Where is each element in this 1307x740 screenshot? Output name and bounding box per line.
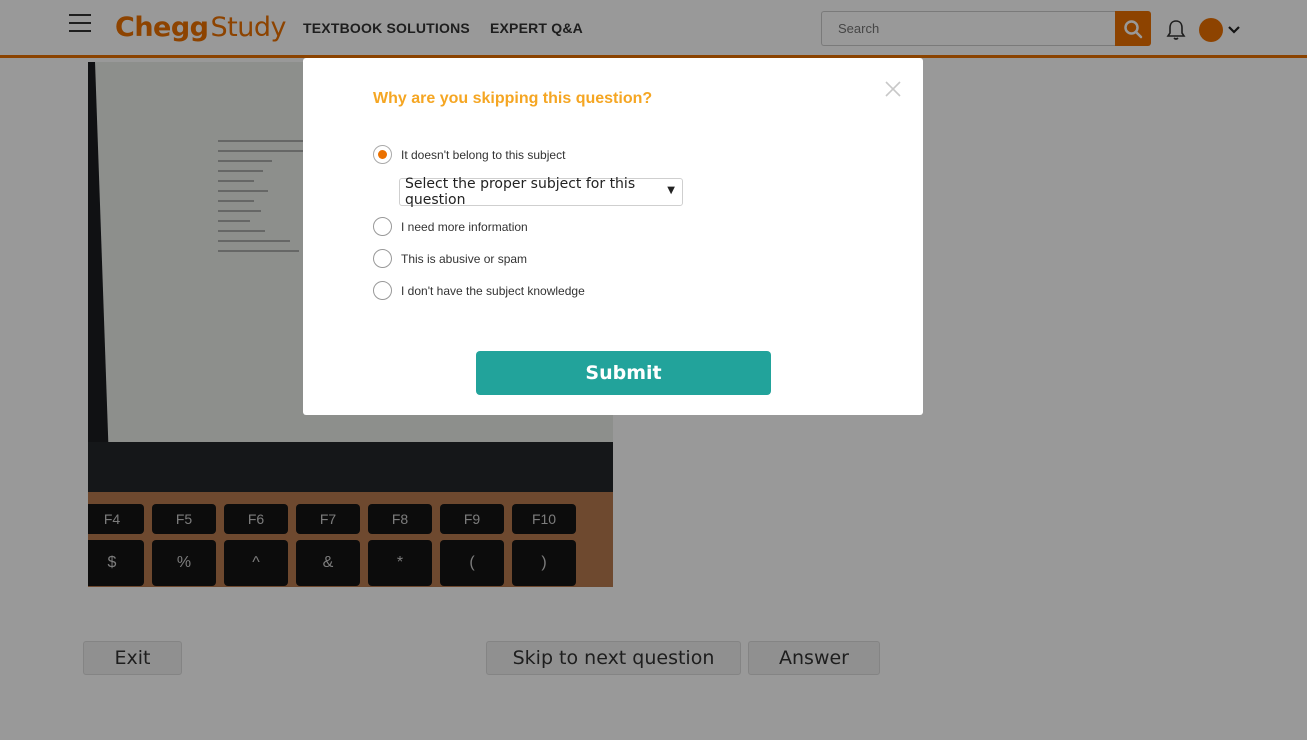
radio-button[interactable] (373, 249, 392, 268)
option-wrong-subject[interactable]: It doesn't belong to this subject (373, 145, 565, 164)
option-label: It doesn't belong to this subject (401, 147, 566, 162)
radio-button[interactable] (373, 217, 392, 236)
dialog-title: Why are you skipping this question? (373, 90, 653, 107)
subject-select-value: Select the proper subject for this quest… (405, 176, 636, 208)
radio-button-selected[interactable] (373, 145, 392, 164)
close-icon[interactable] (884, 80, 902, 98)
option-abusive-spam[interactable]: This is abusive or spam (373, 249, 527, 268)
option-need-more-info[interactable]: I need more information (373, 217, 528, 236)
skip-reason-dialog: Why are you skipping this question? It d… (303, 58, 923, 415)
submit-button[interactable]: Submit (476, 351, 771, 395)
option-no-knowledge[interactable]: I don't have the subject knowledge (373, 281, 585, 300)
option-label: This is abusive or spam (401, 251, 528, 266)
option-label: I need more information (401, 219, 528, 234)
option-label: I don't have the subject knowledge (401, 283, 585, 298)
subject-select[interactable]: Select the proper subject for this quest… (399, 176, 683, 208)
dropdown-arrow-icon: ▼ (667, 185, 675, 196)
radio-button[interactable] (373, 281, 392, 300)
